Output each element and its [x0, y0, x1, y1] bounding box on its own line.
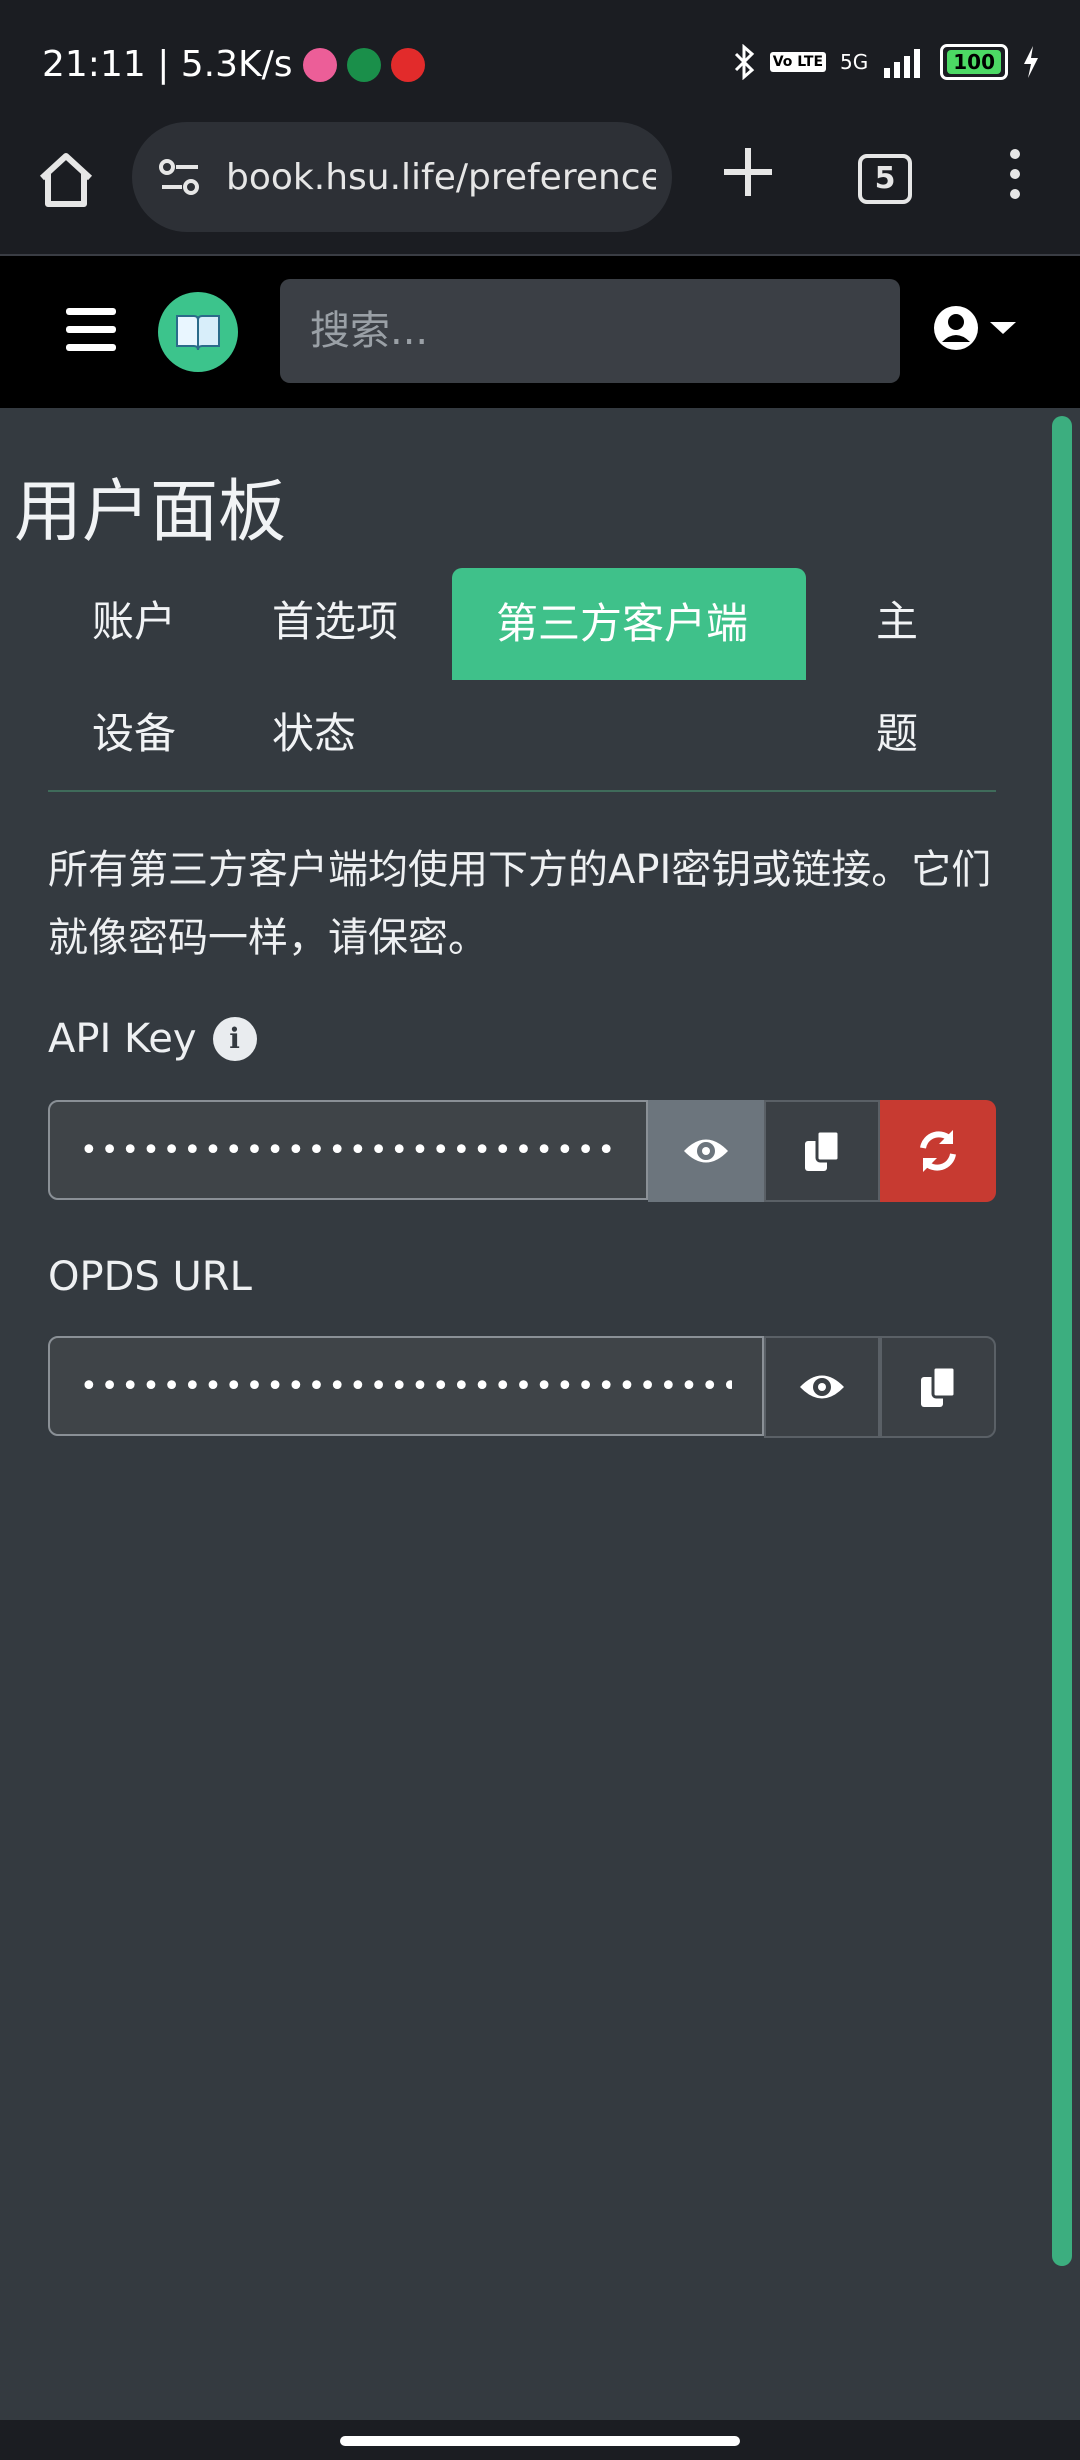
opds-url-label-row: OPDS URL	[48, 1254, 252, 1300]
more-menu-icon[interactable]	[1000, 144, 1030, 204]
book-icon	[176, 315, 220, 351]
api-key-field[interactable]	[48, 1100, 648, 1200]
tab-devices[interactable]: 设备	[48, 678, 220, 790]
home-icon[interactable]	[34, 148, 98, 212]
user-avatar-icon	[934, 306, 978, 350]
new-tab-icon[interactable]	[718, 142, 778, 202]
copy-icon	[921, 1365, 957, 1407]
volte-icon: Vo LTE	[769, 52, 827, 72]
url-text: book.hsu.life/preferences#	[226, 156, 656, 198]
address-bar[interactable]: book.hsu.life/preferences#	[132, 122, 672, 232]
preferences-tabs: 账户 首选项 第三方客户端 主题 设备 状态	[48, 566, 996, 792]
copy-icon	[805, 1129, 841, 1171]
info-icon[interactable]: i	[212, 1017, 257, 1061]
site-settings-icon[interactable]	[158, 155, 202, 199]
chevron-down-icon	[990, 322, 1016, 334]
show-api-key-button[interactable]	[648, 1100, 764, 1202]
show-opds-url-button[interactable]	[764, 1336, 880, 1438]
api-key-input-group	[48, 1100, 996, 1202]
bluetooth-icon	[734, 44, 754, 80]
opds-url-field[interactable]	[48, 1336, 764, 1436]
tab-preferences[interactable]: 首选项	[228, 566, 442, 678]
uber-eats-app-icon	[346, 47, 381, 82]
copy-opds-url-button[interactable]	[880, 1336, 996, 1438]
regenerate-api-key-button[interactable]	[880, 1100, 996, 1202]
eye-icon	[800, 1375, 844, 1399]
tab-account[interactable]: 账户	[48, 566, 220, 678]
charging-icon	[1024, 46, 1038, 78]
tab-status[interactable]: 状态	[228, 678, 400, 790]
opds-url-input-group	[48, 1336, 996, 1438]
hamburger-menu-icon[interactable]	[66, 308, 116, 352]
user-menu-button[interactable]	[932, 304, 1016, 352]
network-type: 5G	[840, 50, 869, 74]
tab-switcher-button[interactable]: 5	[858, 154, 912, 204]
app-logo[interactable]	[158, 292, 238, 372]
api-key-label-row: API Key i	[48, 1016, 257, 1062]
home-gesture-bar[interactable]	[340, 2436, 740, 2446]
refresh-icon	[920, 1130, 956, 1172]
tab-third-party-clients[interactable]: 第三方客户端	[452, 568, 806, 680]
api-key-label: API Key	[48, 1016, 197, 1062]
app-navbar	[0, 256, 1080, 408]
lalamove-app-icon	[302, 47, 337, 82]
status-right: Vo LTE 5G 100	[732, 44, 1040, 80]
third-party-description: 所有第三方客户端均使用下方的API密钥或链接。它们就像密码一样，请保密。	[48, 847, 992, 961]
signal-icon	[884, 49, 921, 78]
page-scrollbar[interactable]	[1052, 416, 1072, 2266]
search-input[interactable]	[280, 279, 900, 383]
eye-icon	[684, 1139, 728, 1163]
status-left: 21:11 | 5.3K/s	[42, 44, 425, 85]
opds-url-label: OPDS URL	[48, 1254, 252, 1300]
tab-theme[interactable]: 主题	[832, 566, 996, 758]
youtube-music-app-icon	[390, 47, 425, 82]
status-bar: 21:11 | 5.3K/s Vo LTE 5G 100	[0, 0, 1080, 120]
battery-icon: 100	[940, 44, 1008, 80]
status-time-speed: 21:11 | 5.3K/s	[42, 44, 293, 85]
copy-api-key-button[interactable]	[764, 1100, 880, 1202]
browser-toolbar: book.hsu.life/preferences# 5	[0, 120, 1080, 256]
page-title: 用户面板	[14, 473, 287, 552]
